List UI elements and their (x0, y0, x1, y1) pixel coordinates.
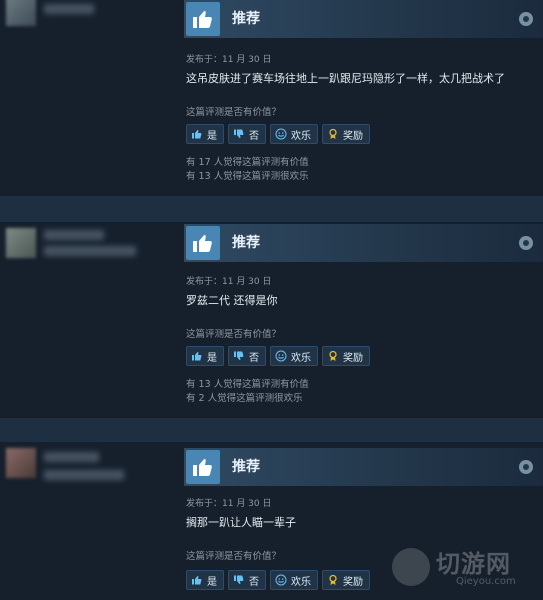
avatar[interactable] (6, 228, 36, 258)
review-content: 这吊皮肤进了赛车场往地上一趴跟尼玛隐形了一样，太几把战术了 (186, 72, 505, 85)
vote-label: 推荐 (232, 459, 260, 475)
thumbs-up-icon (186, 226, 220, 260)
award-button[interactable]: 奖励 (322, 346, 370, 366)
no-label: 否 (249, 352, 259, 364)
vote-header[interactable]: 推荐 (184, 224, 543, 262)
no-button[interactable]: 否 (228, 570, 266, 590)
reviewer-info[interactable] (0, 442, 175, 600)
smiley-icon (275, 128, 287, 140)
watermark-subtext: Qieyou.com (456, 576, 516, 587)
steam-icon (519, 12, 533, 26)
thumbs-up-icon (186, 2, 220, 36)
award-label: 奖励 (343, 576, 363, 588)
funny-button[interactable]: 欢乐 (270, 124, 318, 144)
award-button[interactable]: 奖励 (322, 570, 370, 590)
avatar[interactable] (6, 0, 36, 26)
funny-count: 有 13 人觉得这篇评测很欢乐 (186, 171, 309, 182)
steam-icon (519, 460, 533, 474)
thumbs-up-icon (192, 575, 202, 585)
thumbs-down-icon (234, 575, 244, 585)
watermark-text: 切游网 (436, 550, 511, 578)
no-label: 否 (249, 576, 259, 588)
review-divider (0, 196, 543, 222)
reviewer-name-blurred (44, 4, 94, 14)
funny-label: 欢乐 (291, 352, 311, 364)
reviewer-name-blurred (44, 470, 124, 480)
posted-date: 发布于：11 月 30 日 (186, 55, 272, 65)
review-content: 罗兹二代 还得是你 (186, 294, 278, 307)
funny-button[interactable]: 欢乐 (270, 346, 318, 366)
vote-label: 推荐 (232, 235, 260, 251)
vote-buttons: 是 否 欢乐 奖励 (186, 346, 370, 366)
helpful-count: 有 13 人觉得这篇评测有价值 (186, 379, 309, 390)
reviewer-name-blurred (44, 246, 136, 256)
award-label: 奖励 (343, 352, 363, 364)
steam-icon (519, 236, 533, 250)
avatar[interactable] (6, 448, 36, 478)
posted-date: 发布于：11 月 30 日 (186, 277, 272, 287)
funny-count: 有 2 人觉得这篇评测很欢乐 (186, 393, 303, 404)
vote-header[interactable]: 推荐 (184, 448, 543, 486)
award-icon (329, 574, 337, 585)
review-stats: 有 17 人觉得这篇评测有价值 有 13 人觉得这篇评测很欢乐 (186, 156, 309, 184)
award-button[interactable]: 奖励 (322, 124, 370, 144)
smiley-icon (275, 574, 287, 586)
thumbs-up-icon (192, 351, 202, 361)
watermark: 切游网 Qieyou.com (392, 540, 542, 600)
vote-header[interactable]: 推荐 (184, 0, 543, 38)
no-button[interactable]: 否 (228, 346, 266, 366)
helpful-question: 这篇评测是否有价值？ (186, 107, 282, 118)
thumbs-up-icon (192, 129, 202, 139)
funny-label: 欢乐 (291, 130, 311, 142)
yes-button[interactable]: 是 (186, 124, 224, 144)
reviewer-info[interactable] (0, 222, 175, 418)
watermark-logo-icon (392, 548, 430, 586)
helpful-question: 这篇评测是否有价值？ (186, 329, 282, 340)
funny-label: 欢乐 (291, 576, 311, 588)
smiley-icon (275, 350, 287, 362)
award-icon (329, 350, 337, 361)
vote-buttons: 是 否 欢乐 奖励 (186, 124, 370, 144)
helpful-count: 有 17 人觉得这篇评测有价值 (186, 157, 309, 168)
funny-button[interactable]: 欢乐 (270, 570, 318, 590)
thumbs-up-icon (186, 450, 220, 484)
reviewer-info[interactable] (0, 0, 175, 196)
no-label: 否 (249, 130, 259, 142)
yes-label: 是 (207, 130, 217, 142)
yes-label: 是 (207, 352, 217, 364)
reviewer-name-blurred (44, 230, 104, 240)
review-content: 搁那一趴让人瞄一辈子 (186, 516, 296, 529)
posted-date: 发布于：11 月 30 日 (186, 499, 272, 509)
thumbs-down-icon (234, 351, 244, 361)
helpful-question: 这篇评测是否有价值？ (186, 551, 282, 562)
yes-button[interactable]: 是 (186, 346, 224, 366)
reviewer-name-blurred (44, 452, 99, 462)
vote-label: 推荐 (232, 11, 260, 27)
review-divider (0, 418, 543, 442)
award-icon (329, 128, 337, 139)
yes-button[interactable]: 是 (186, 570, 224, 590)
review-stats: 有 13 人觉得这篇评测有价值 有 2 人觉得这篇评测很欢乐 (186, 378, 309, 406)
review-card: 推荐 发布于：11 月 30 日 罗兹二代 还得是你 这篇评测是否有价值？ 是 … (0, 222, 543, 418)
award-label: 奖励 (343, 130, 363, 142)
review-card: 推荐 发布于：11 月 30 日 这吊皮肤进了赛车场往地上一趴跟尼玛隐形了一样，… (0, 0, 543, 196)
no-button[interactable]: 否 (228, 124, 266, 144)
yes-label: 是 (207, 576, 217, 588)
thumbs-down-icon (234, 129, 244, 139)
vote-buttons: 是 否 欢乐 奖励 (186, 570, 370, 590)
